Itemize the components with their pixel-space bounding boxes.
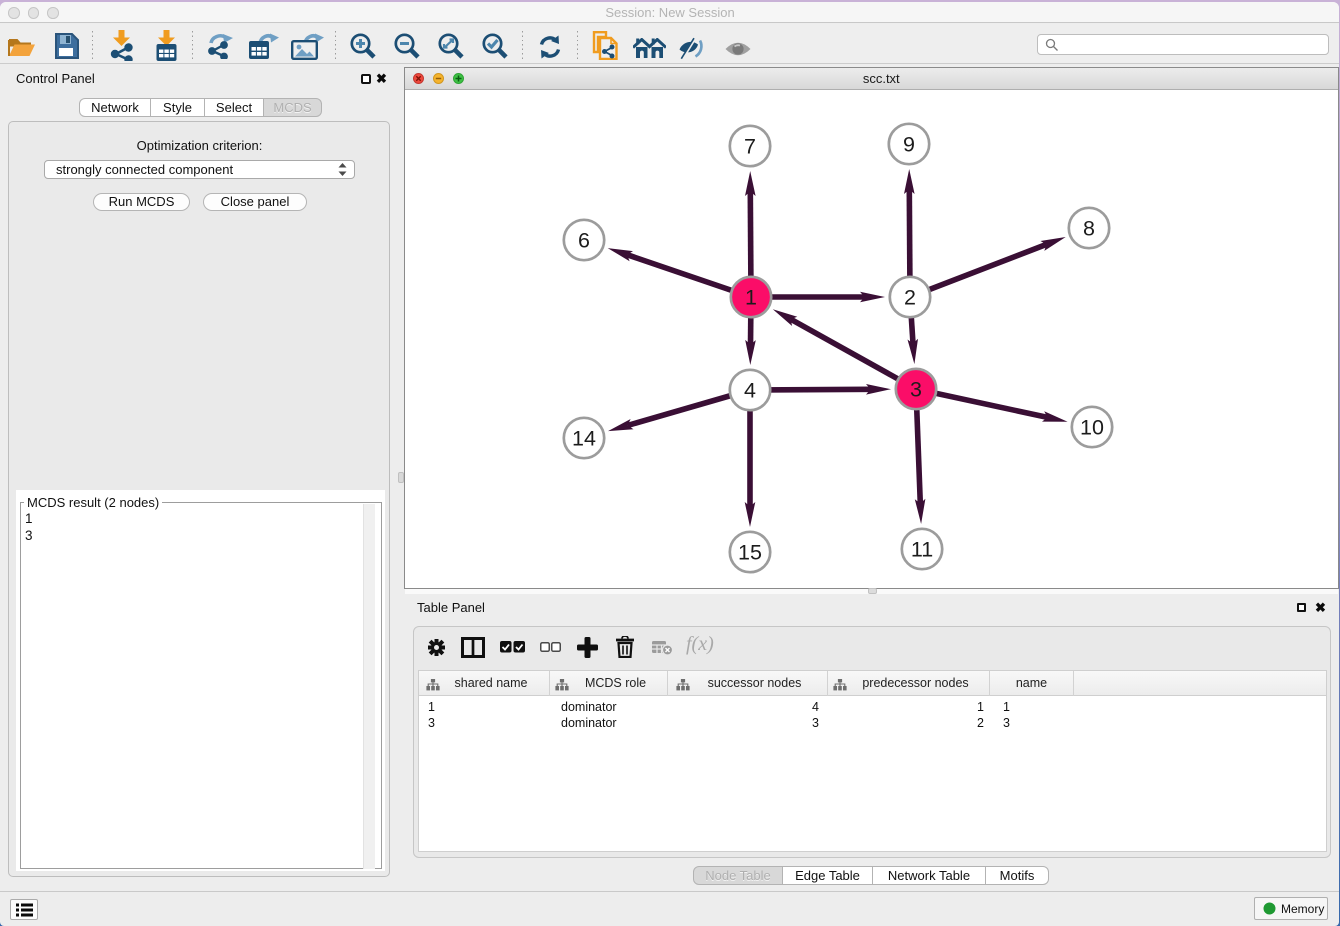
svg-text:9: 9 (903, 133, 915, 157)
svg-text:7: 7 (744, 135, 756, 159)
svg-text:2: 2 (904, 286, 916, 310)
svg-text:4: 4 (744, 379, 756, 403)
svg-text:8: 8 (1083, 217, 1095, 241)
svg-text:1: 1 (745, 286, 757, 310)
svg-text:15: 15 (738, 541, 762, 565)
svg-text:6: 6 (578, 229, 590, 253)
svg-text:3: 3 (910, 378, 922, 402)
svg-text:11: 11 (911, 538, 933, 562)
svg-text:10: 10 (1080, 416, 1104, 440)
svg-text:14: 14 (572, 427, 596, 451)
